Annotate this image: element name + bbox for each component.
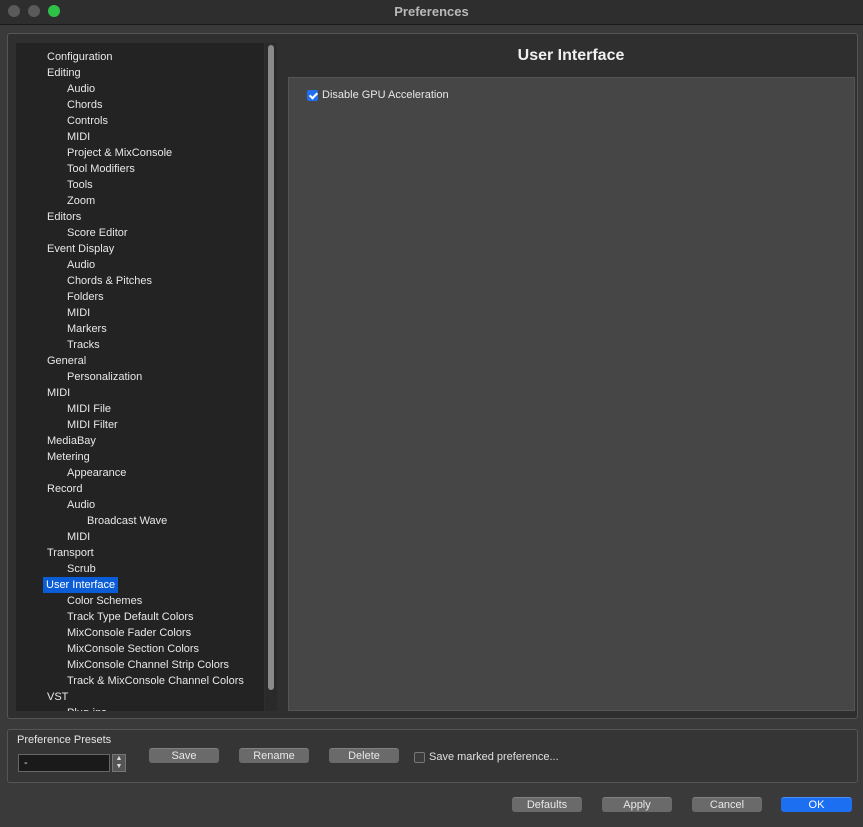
tree-item[interactable]: Controls bbox=[67, 113, 108, 129]
tree-item[interactable]: Track & MixConsole Channel Colors bbox=[67, 673, 244, 689]
tree-item[interactable]: User Interface bbox=[43, 577, 119, 593]
tree-item[interactable]: MixConsole Fader Colors bbox=[67, 625, 191, 641]
tree-item[interactable]: Project & MixConsole bbox=[67, 145, 172, 161]
tree-item[interactable]: Editors bbox=[47, 209, 81, 225]
tree-item[interactable]: VST bbox=[47, 689, 68, 705]
tree-item[interactable]: General bbox=[47, 353, 86, 369]
tree-item[interactable]: Markers bbox=[67, 321, 107, 337]
disable-gpu-option[interactable]: Disable GPU Acceleration bbox=[307, 89, 449, 101]
tree-item[interactable]: MediaBay bbox=[47, 433, 96, 449]
title-bar: Preferences bbox=[0, 0, 863, 25]
tree-item[interactable]: Scrub bbox=[67, 561, 96, 577]
tree-item[interactable]: Appearance bbox=[67, 465, 126, 481]
tree-item[interactable]: Track Type Default Colors bbox=[67, 609, 194, 625]
tree-item[interactable]: Zoom bbox=[67, 193, 95, 209]
preference-presets-label: Preference Presets bbox=[17, 734, 112, 746]
tree-item[interactable]: Chords bbox=[67, 97, 102, 113]
disable-gpu-checkbox[interactable] bbox=[307, 89, 318, 101]
preset-select[interactable]: - bbox=[18, 754, 110, 772]
save-marked-checkbox[interactable] bbox=[414, 751, 425, 763]
tree-item[interactable]: Chords & Pitches bbox=[67, 273, 152, 289]
tree-item[interactable]: MIDI Filter bbox=[67, 417, 118, 433]
tree-item[interactable]: Personalization bbox=[67, 369, 142, 385]
preferences-tree: Configuration Editing Audio Chords Controls M… bbox=[16, 43, 264, 711]
tree-item[interactable]: Color Schemes bbox=[67, 593, 142, 609]
tree-item[interactable]: Audio bbox=[67, 81, 95, 97]
tree-item[interactable]: MIDI bbox=[67, 529, 90, 545]
cancel-button[interactable]: Cancel bbox=[692, 797, 762, 812]
tree-item[interactable]: Record bbox=[47, 481, 82, 497]
tree-item[interactable]: Score Editor bbox=[67, 225, 128, 241]
tree-item[interactable]: MixConsole Channel Strip Colors bbox=[67, 657, 229, 673]
tree-item[interactable]: Tracks bbox=[67, 337, 100, 353]
window-title: Preferences bbox=[394, 4, 469, 19]
tree-item[interactable]: Tool Modifiers bbox=[67, 161, 135, 177]
tree-item[interactable]: MIDI bbox=[67, 129, 90, 145]
ok-button[interactable]: OK bbox=[781, 797, 852, 812]
tree-item[interactable]: Metering bbox=[47, 449, 90, 465]
tree-item[interactable]: MIDI bbox=[67, 305, 90, 321]
delete-preset-button[interactable]: Delete bbox=[329, 748, 399, 763]
tree-item[interactable]: Audio bbox=[67, 257, 95, 273]
chevron-up-icon: ▲ bbox=[115, 755, 123, 762]
save-preset-button[interactable]: Save bbox=[149, 748, 219, 763]
apply-button[interactable]: Apply bbox=[602, 797, 672, 812]
defaults-button[interactable]: Defaults bbox=[512, 797, 582, 812]
tree-item[interactable]: Plug-ins bbox=[67, 705, 107, 711]
disable-gpu-label: Disable GPU Acceleration bbox=[322, 89, 449, 102]
tree-item[interactable]: Editing bbox=[47, 65, 81, 81]
tree-item[interactable]: MixConsole Section Colors bbox=[67, 641, 199, 657]
page-title: User Interface bbox=[517, 47, 625, 64]
tree-scrollbar[interactable] bbox=[265, 43, 277, 711]
tree-scrollbar-thumb[interactable] bbox=[268, 45, 274, 690]
save-marked-label: Save marked preference... bbox=[429, 751, 559, 764]
tree-item[interactable]: Audio bbox=[67, 497, 95, 513]
tree-item[interactable]: Event Display bbox=[47, 241, 114, 257]
rename-preset-button[interactable]: Rename bbox=[239, 748, 309, 763]
tree-item[interactable]: Configuration bbox=[47, 49, 112, 65]
tree-item[interactable]: MIDI bbox=[47, 385, 70, 401]
chevron-down-icon: ▼ bbox=[115, 763, 123, 770]
tree-item[interactable]: Tools bbox=[67, 177, 93, 193]
tree-item[interactable]: Transport bbox=[47, 545, 94, 561]
save-marked-option[interactable]: Save marked preference... bbox=[414, 751, 559, 763]
user-interface-panel bbox=[288, 77, 855, 711]
tree-item[interactable]: Folders bbox=[67, 289, 104, 305]
tree-item[interactable]: MIDI File bbox=[67, 401, 111, 417]
tree-item[interactable]: Broadcast Wave bbox=[87, 513, 167, 529]
preset-stepper[interactable]: ▲ ▼ bbox=[112, 754, 126, 772]
